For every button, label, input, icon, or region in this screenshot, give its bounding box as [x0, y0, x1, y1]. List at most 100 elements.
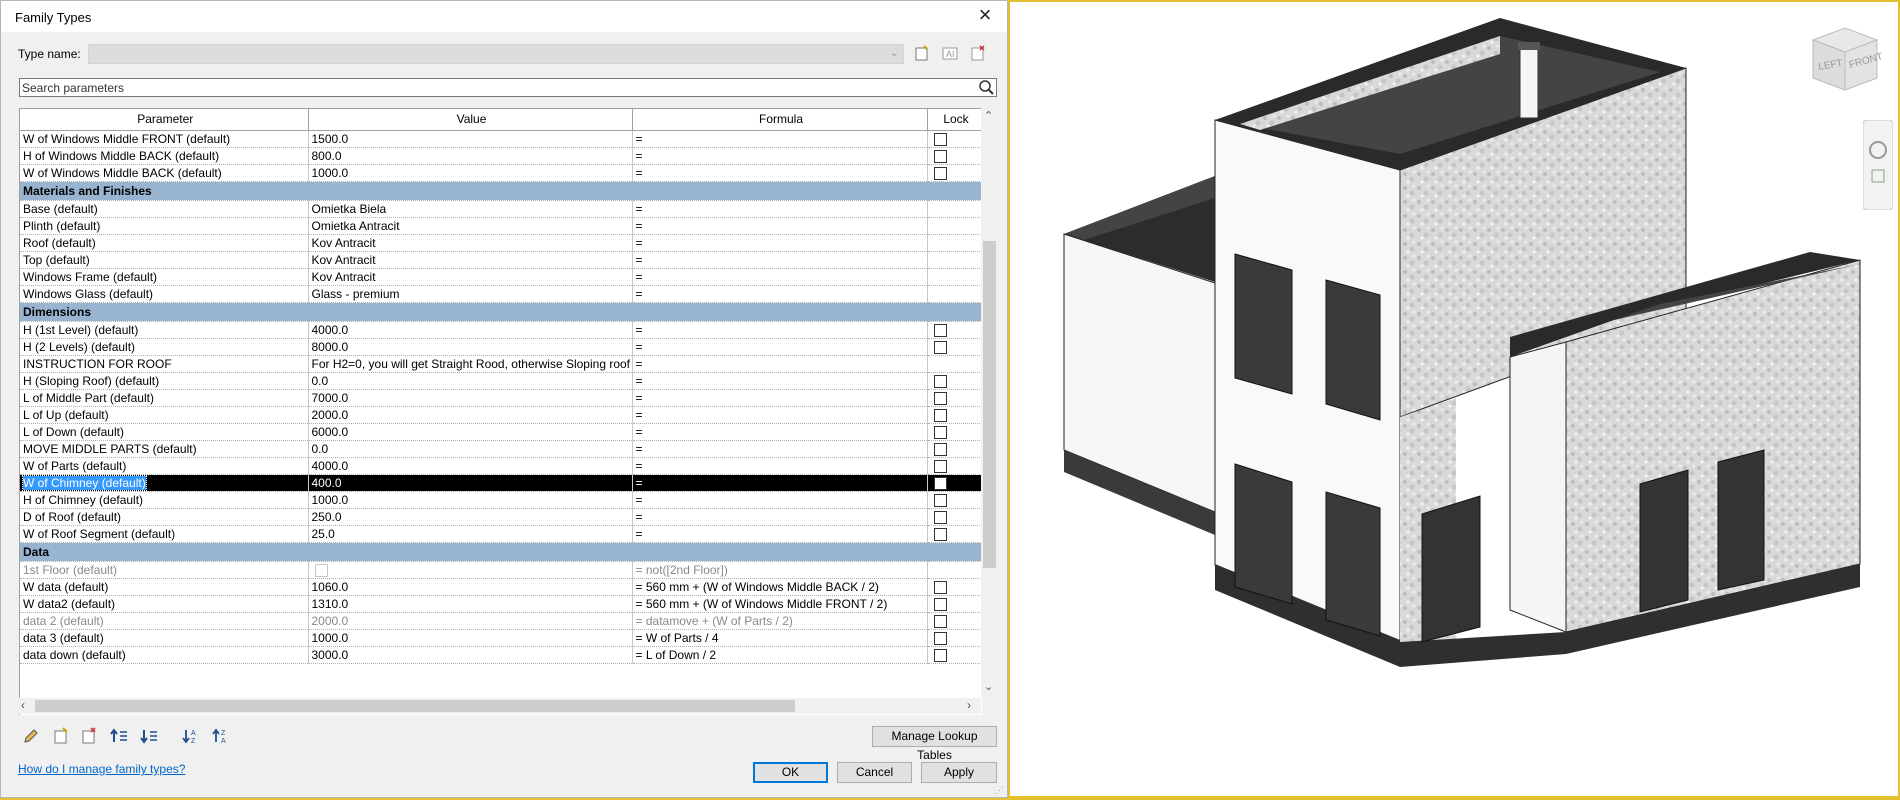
lock-checkbox[interactable] [933, 597, 947, 611]
parameter-formula-cell[interactable]: = L of Down / 2 [632, 646, 928, 664]
parameter-row[interactable]: W of Chimney (default) 400.0 = [20, 474, 982, 492]
parameter-value-cell[interactable]: 1310.0 [308, 595, 633, 613]
parameter-row[interactable]: H (1st Level) (default) 4000.0 = [20, 321, 982, 339]
sort-ascending-icon[interactable]: AZ [181, 727, 201, 747]
parameter-name-cell[interactable]: H (Sloping Roof) (default) [20, 372, 309, 390]
parameter-value-cell[interactable]: 1500.0 [308, 130, 633, 148]
parameter-lock-cell[interactable] [927, 268, 982, 286]
lock-checkbox[interactable] [933, 476, 947, 490]
navigation-bar[interactable] [1862, 119, 1894, 211]
parameter-formula-cell[interactable]: = [632, 321, 928, 339]
parameter-name-cell[interactable]: H of Windows Middle BACK (default) [20, 147, 309, 165]
3d-viewport[interactable]: LEFT FRONT [1010, 2, 1898, 796]
parameter-lock-cell[interactable] [927, 423, 982, 441]
help-link[interactable]: How do I manage family types? [18, 762, 185, 776]
vertical-scroll-thumb[interactable] [983, 241, 996, 568]
parameter-value-cell[interactable]: Kov Antracit [308, 251, 633, 269]
parameter-name-cell[interactable]: Windows Glass (default) [20, 285, 309, 303]
delete-parameter-icon[interactable] [79, 727, 99, 747]
column-header-formula[interactable]: Formula [632, 109, 928, 131]
parameter-name-cell[interactable]: W of Roof Segment (default) [20, 525, 309, 543]
parameter-row[interactable]: L of Down (default) 6000.0 = [20, 423, 982, 441]
parameter-value-cell[interactable]: 1060.0 [308, 578, 633, 596]
parameter-row[interactable]: MOVE MIDDLE PARTS (default) 0.0 = [20, 440, 982, 458]
parameter-name-cell[interactable]: Base (default) [20, 200, 309, 218]
parameter-value-cell[interactable]: 800.0 [308, 147, 633, 165]
parameter-value-cell[interactable]: 6000.0 [308, 423, 633, 441]
parameter-name-cell[interactable]: H of Chimney (default) [20, 491, 309, 509]
parameter-value-cell[interactable]: 3000.0 [308, 646, 633, 664]
lock-checkbox[interactable] [933, 510, 947, 524]
parameter-lock-cell[interactable] [927, 457, 982, 475]
group-header[interactable]: Materials and Finishes [20, 181, 982, 201]
parameter-value-cell[interactable]: 4000.0 [308, 321, 633, 339]
parameter-name-cell[interactable]: MOVE MIDDLE PARTS (default) [20, 440, 309, 458]
parameter-value-cell[interactable]: 0.0 [308, 372, 633, 390]
parameter-row[interactable]: Top (default) Kov Antracit = [20, 251, 982, 269]
parameter-lock-cell[interactable] [927, 525, 982, 543]
parameter-lock-cell[interactable] [927, 355, 982, 373]
parameter-formula-cell[interactable]: = 560 mm + (W of Windows Middle BACK / 2… [632, 578, 928, 596]
parameter-row[interactable]: 1st Floor (default) = not([2nd Floor]) [20, 561, 982, 579]
parameter-value-cell[interactable]: 4000.0 [308, 457, 633, 475]
parameter-lock-cell[interactable] [927, 491, 982, 509]
lock-checkbox[interactable] [933, 614, 947, 628]
parameter-row[interactable]: H (Sloping Roof) (default) 0.0 = [20, 372, 982, 390]
group-header[interactable]: Dimensions [20, 302, 982, 322]
parameter-value-cell[interactable]: 2000.0 [308, 406, 633, 424]
parameter-row[interactable]: Roof (default) Kov Antracit = [20, 234, 982, 252]
parameter-name-cell[interactable]: Windows Frame (default) [20, 268, 309, 286]
scroll-right-icon[interactable]: › [967, 698, 971, 712]
parameter-lock-cell[interactable] [927, 646, 982, 664]
parameter-formula-cell[interactable]: = [632, 491, 928, 509]
parameter-value-cell[interactable]: 400.0 [308, 474, 633, 492]
parameter-row[interactable]: data 3 (default) 1000.0 = W of Parts / 4 [20, 629, 982, 647]
lock-checkbox[interactable] [933, 580, 947, 594]
parameter-name-cell[interactable]: Top (default) [20, 251, 309, 269]
parameter-lock-cell[interactable] [927, 164, 982, 182]
parameter-formula-cell[interactable]: = [632, 423, 928, 441]
parameter-value-cell[interactable]: 0.0 [308, 440, 633, 458]
lock-checkbox[interactable] [933, 631, 947, 645]
parameter-row[interactable]: INSTRUCTION FOR ROOF For H2=0, you will g… [20, 355, 982, 373]
parameter-name-cell[interactable]: W of Windows Middle FRONT (default) [20, 130, 309, 148]
parameter-formula-cell[interactable]: = [632, 474, 928, 492]
parameter-lock-cell[interactable] [927, 234, 982, 252]
parameter-formula-cell[interactable]: = [632, 268, 928, 286]
parameter-name-cell[interactable]: H (1st Level) (default) [20, 321, 309, 339]
parameter-formula-cell[interactable]: = [632, 200, 928, 218]
type-name-dropdown[interactable]: ⌄ [88, 44, 904, 64]
parameter-formula-cell[interactable]: = [632, 440, 928, 458]
parameter-value-cell[interactable]: Omietka Antracit [308, 217, 633, 235]
parameter-name-cell[interactable]: W of Chimney (default) [20, 474, 309, 492]
parameter-formula-cell[interactable]: = [632, 525, 928, 543]
parameter-row[interactable]: Windows Frame (default) Kov Antracit = [20, 268, 982, 286]
parameter-value-cell[interactable]: 8000.0 [308, 338, 633, 356]
parameter-row[interactable]: H (2 Levels) (default) 8000.0 = [20, 338, 982, 356]
lock-checkbox[interactable] [933, 459, 947, 473]
parameter-formula-cell[interactable]: = [632, 389, 928, 407]
parameter-value-cell[interactable]: 1000.0 [308, 629, 633, 647]
resize-grip-icon[interactable]: ⋰ [995, 785, 1005, 795]
parameter-row[interactable]: Base (default) Omietka Biela = [20, 200, 982, 218]
parameter-name-cell[interactable]: L of Up (default) [20, 406, 309, 424]
scroll-down-icon[interactable]: ⌄ [984, 680, 993, 693]
parameter-formula-cell[interactable]: = [632, 147, 928, 165]
new-type-icon[interactable] [913, 45, 931, 63]
move-up-icon[interactable] [109, 727, 129, 747]
lock-checkbox[interactable] [933, 323, 947, 337]
parameter-row[interactable]: D of Roof (default) 250.0 = [20, 508, 982, 526]
parameter-formula-cell[interactable]: = 560 mm + (W of Windows Middle FRONT / … [632, 595, 928, 613]
lock-checkbox[interactable] [933, 132, 947, 146]
horizontal-scrollbar[interactable]: ‹ › [19, 698, 981, 714]
parameters-grid[interactable]: Parameter Value Formula Lock W of Window… [19, 108, 982, 715]
parameter-lock-cell[interactable] [927, 561, 982, 579]
parameter-lock-cell[interactable] [927, 474, 982, 492]
lock-checkbox[interactable] [933, 493, 947, 507]
parameter-lock-cell[interactable] [927, 629, 982, 647]
parameter-lock-cell[interactable] [927, 372, 982, 390]
parameter-name-cell[interactable]: L of Down (default) [20, 423, 309, 441]
parameter-formula-cell[interactable]: = [632, 234, 928, 252]
parameter-name-cell[interactable]: Plinth (default) [20, 217, 309, 235]
parameter-formula-cell[interactable]: = [632, 217, 928, 235]
